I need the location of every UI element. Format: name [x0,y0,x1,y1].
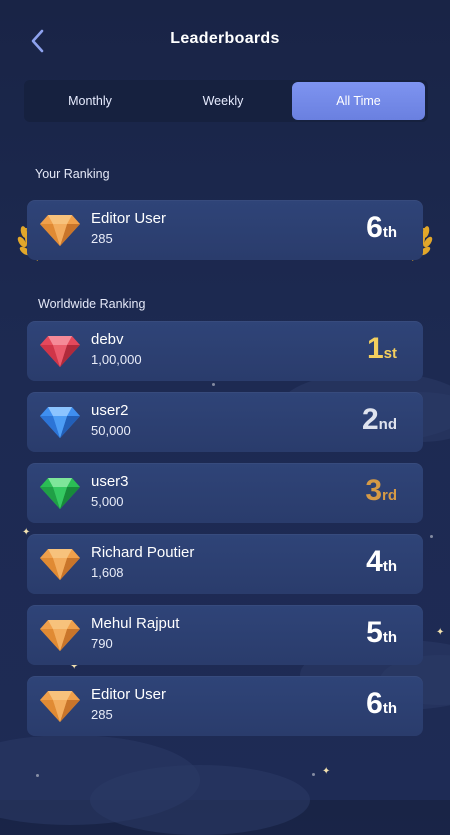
rank-position: 1st [366,332,397,365]
worldwide-ranking-label: Worldwide Ranking [38,297,146,311]
player-name: Editor User [91,686,167,703]
player-name: user2 [91,402,129,419]
rank-position: 2nd [361,403,397,436]
leaderboard-row[interactable]: Richard Poutier 1,608 4th [27,534,423,594]
player-score: 1,00,000 [91,352,142,367]
orange-diamond-icon [40,215,80,246]
blue-diamond-icon [40,407,80,438]
your-ranking-label: Your Ranking [35,167,110,181]
your-ranking-card[interactable]: Editor User 285 6th [27,200,423,260]
rank-position: 5th [366,616,397,649]
leaderboard-row[interactable]: Editor User 285 6th [27,676,423,736]
green-diamond-icon [40,478,80,509]
orange-diamond-icon [40,620,80,651]
leaderboard-row[interactable]: Mehul Rajput 790 5th [27,605,423,665]
rank-position: 3rd [365,474,397,507]
leaderboard-row[interactable]: user3 5,000 3rd [27,463,423,523]
player-score: 790 [91,636,113,651]
player-name: Richard Poutier [91,544,195,561]
app-header: Leaderboards [0,0,450,80]
rank-position: 6th [366,687,397,720]
player-name: user3 [91,473,129,490]
player-score: 285 [91,707,113,722]
leaderboard-row[interactable]: debv 1,00,000 1st [27,321,423,381]
rank-position: 4th [366,545,397,578]
red-diamond-icon [40,336,80,367]
tab-all-time[interactable]: All Time [292,82,425,120]
player-score: 1,608 [91,565,124,580]
player-score: 5,000 [91,494,124,509]
rank-position: 6th [366,211,397,244]
tab-monthly[interactable]: Monthly [24,82,156,120]
player-score: 50,000 [91,423,131,438]
player-score: 285 [91,231,113,246]
tab-weekly[interactable]: Weekly [156,82,290,120]
page-title: Leaderboards [170,30,280,47]
orange-diamond-icon [40,549,80,580]
player-name: Mehul Rajput [91,615,180,632]
leaderboard-row[interactable]: user2 50,000 2nd [27,392,423,452]
player-name: Editor User [91,210,167,227]
orange-diamond-icon [40,691,80,722]
player-name: debv [91,331,124,348]
time-range-tabs: Monthly Weekly All Time [24,80,428,122]
